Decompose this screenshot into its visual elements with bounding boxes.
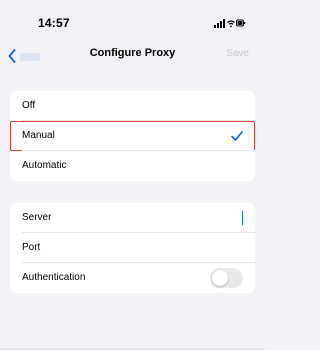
save-button[interactable]: Save (226, 48, 249, 59)
option-manual[interactable]: Manual (10, 121, 255, 151)
status-icons (214, 19, 246, 28)
port-field[interactable]: Port (10, 233, 255, 263)
wifi-icon (227, 20, 235, 28)
port-label: Port (22, 242, 41, 253)
signal-icon (214, 19, 225, 28)
status-time: 14:57 (38, 16, 70, 30)
option-off[interactable]: Off (10, 91, 255, 121)
server-field[interactable]: Server (10, 203, 255, 233)
authentication-label: Authentication (22, 272, 86, 283)
manual-settings-group: Server Port Authentication (10, 203, 255, 293)
authentication-toggle[interactable] (210, 268, 243, 288)
authentication-row: Authentication (10, 263, 255, 293)
option-manual-label: Manual (22, 130, 55, 141)
toggle-knob (212, 270, 228, 286)
proxy-mode-group: Off Manual Automatic (10, 91, 255, 181)
checkmark-icon (231, 131, 243, 141)
status-bar: 14:57 (0, 0, 265, 40)
option-off-label: Off (22, 100, 36, 111)
battery-icon (236, 19, 246, 27)
server-label: Server (22, 212, 52, 223)
nav-bar: Configure Proxy Save (0, 40, 265, 70)
text-cursor (241, 211, 243, 225)
option-automatic-label: Automatic (22, 160, 67, 171)
option-automatic[interactable]: Automatic (10, 151, 255, 181)
